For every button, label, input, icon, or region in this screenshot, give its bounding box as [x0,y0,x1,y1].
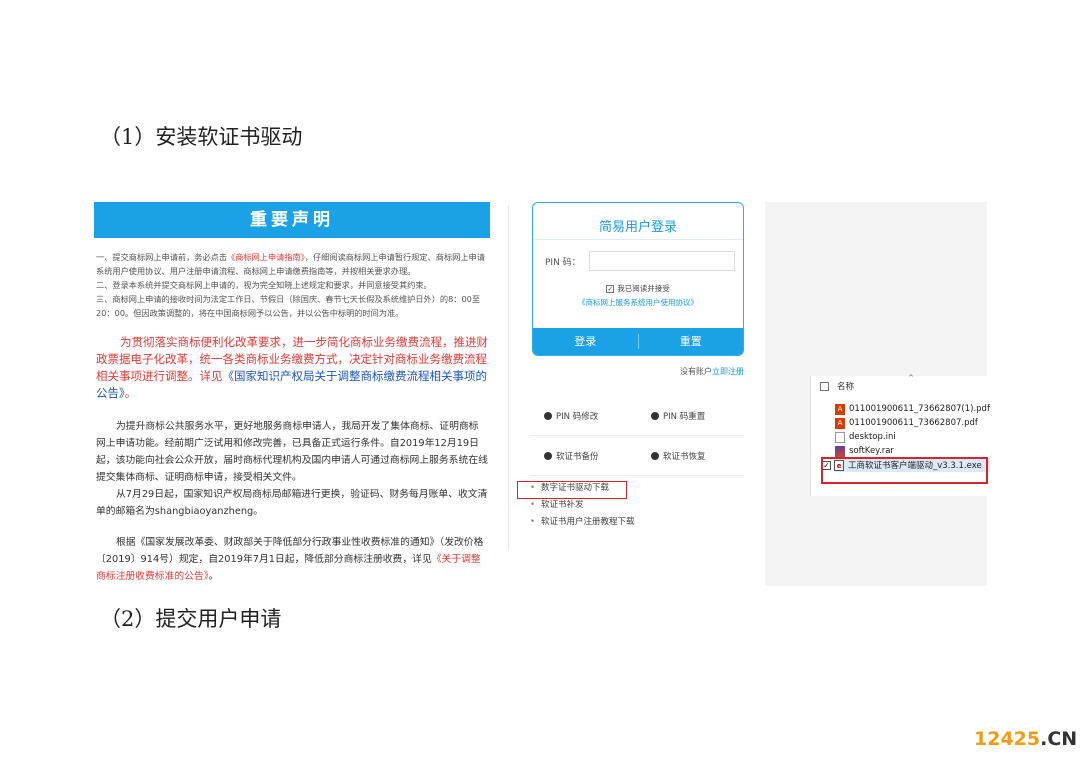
notice-banner: 重要声明 [94,202,490,238]
login-title-divider [533,239,743,240]
ini-file-icon [835,431,845,443]
body-paragraph-3: 根据《国家发展改革委、财政部关于降低部分行政事业性收费标准的通知》（发改价格〔2… [96,534,488,585]
cert-backup-icon [544,451,552,460]
tutorial-download-link[interactable]: • 软证书用户注册教程下载 [522,514,752,531]
file-name: desktop.ini [849,432,896,442]
reset-button[interactable]: 重置 [639,328,744,355]
select-all-checkbox[interactable] [820,381,829,391]
bullet-icon: • [530,517,536,527]
register-link[interactable]: 立即注册 [712,367,744,376]
name-column-label: 名称 [837,382,855,392]
body-paragraph-2: 从7月29日起，国家知识产权局商标局邮箱进行更换，验证码、财务每月账单、收文清单… [96,489,488,517]
login-button-bar: 登录 重置 [533,328,743,355]
rule-2-text: 二、登录本系统并提交商标网上申请的，视为完全知晓上述规定和要求，并同意接受其约束… [96,280,432,290]
rule-1-text-a: 一、提交商标网上申请前，务必点击 [96,252,228,262]
file-name: 011001900611_73662807(1).pdf [849,404,990,414]
file-item[interactable]: desktop.ini [835,430,990,444]
tool-row-pin: PIN 码修改 PIN 码重置 [530,396,744,436]
pin-reset-link[interactable]: PIN 码重置 [637,410,744,422]
register-row: 没有账户立即注册 [600,366,744,377]
cert-restore-label: 软证书恢复 [663,451,706,462]
tool-row-cert: 软证书备份 软证书恢复 [530,436,744,476]
cert-reissue-label: 软证书补发 [541,500,584,510]
cert-backup-label: 软证书备份 [556,451,599,462]
body-paragraph-1: 为提升商标公共服务水平，更好地服务商标申请人，我局开发了集体商标、证明商标网上申… [96,421,488,483]
watermark-number: 12425 [974,728,1041,750]
guide-link[interactable]: 《商标网上申请指南》 [227,252,305,262]
rar-file-icon [835,445,845,457]
tutorial-download-label: 软证书用户注册教程下载 [541,517,635,527]
pin-modify-icon [544,411,552,420]
fee-reform-end: 。 [124,386,137,400]
pin-modify-link[interactable]: PIN 码修改 [530,410,637,422]
notice-body: 为提升商标公共服务水平，更好地服务商标申请人，我局开发了集体商标、证明商标网上申… [94,418,490,585]
sort-up-icon[interactable]: ^ [908,374,914,382]
cert-restore-icon [651,451,659,460]
step2-heading: （2）提交用户申请 [100,607,282,631]
driver-download-highlight [517,481,627,499]
cert-reissue-link[interactable]: • 软证书补发 [522,497,752,514]
login-button[interactable]: 登录 [533,328,638,355]
pin-modify-label: PIN 码修改 [556,411,599,422]
cert-restore-link[interactable]: 软证书恢复 [637,450,744,462]
driver-exe-highlight [821,457,988,484]
agree-label: 我已阅读并接受 [617,284,670,293]
file-name: softKey.rar [849,446,894,456]
cert-tools: PIN 码修改 PIN 码重置 软证书备份 软证书恢复 [530,396,744,476]
cert-backup-link[interactable]: 软证书备份 [530,450,637,462]
pdf-file-icon: A [835,403,845,415]
no-account-label: 没有账户 [680,367,712,376]
notice-panel: 重要声明 一、提交商标网上申请前，务必点击《商标网上申请指南》，仔细阅读商标网上… [94,202,490,590]
bullet-icon: • [530,500,536,510]
login-box: 简易用户登录 PIN 码： ✓ 我已阅读并接受 《商标网上服务系统用户使用协议》 … [532,202,744,356]
file-item[interactable]: A 011001900611_73662807.pdf [835,416,990,430]
panel-divider [508,205,509,550]
name-column-header[interactable]: 名称 [820,380,854,392]
pin-reset-label: PIN 码重置 [663,411,706,422]
body-paragraph-3-text: 根据《国家发展改革委、财政部关于降低部分行政事业性收费标准的通知》（发改价格〔2… [96,537,484,565]
pin-row: PIN 码： [545,251,735,271]
pin-label: PIN 码： [545,257,581,268]
agree-checkbox[interactable]: ✓ [606,285,615,293]
file-name: 011001900611_73662807.pdf [849,418,978,428]
login-title: 简易用户登录 [598,220,677,235]
pin-reset-icon [651,411,659,420]
watermark-suffix: .CN [1040,728,1078,750]
file-item[interactable]: A 011001900611_73662807(1).pdf [835,402,990,416]
notice-rules: 一、提交商标网上申请前，务必点击《商标网上申请指南》，仔细阅读商标网上申请暂行规… [94,250,490,320]
agree-row[interactable]: ✓ 我已阅读并接受 [533,283,743,294]
pdf-file-icon: A [835,417,845,429]
fee-reform-notice: 为贯彻落实商标便利化改革要求，进一步简化商标业务缴费流程，推进财政票据电子化改革… [94,334,490,402]
file-item[interactable]: softKey.rar [835,444,990,458]
step1-heading: （1）安装软证书驱动 [100,125,303,149]
site-watermark: 12425.CN [974,728,1077,750]
pin-input[interactable] [589,251,735,271]
user-agreement-link[interactable]: 《商标网上服务系统用户使用协议》 [533,297,743,308]
rule-3-text: 三、商标网上申请的接收时间为法定工作日、节假日（除国庆、春节七天长假及系统维护日… [96,294,481,318]
body-paragraph-3-end: 。 [208,571,219,582]
